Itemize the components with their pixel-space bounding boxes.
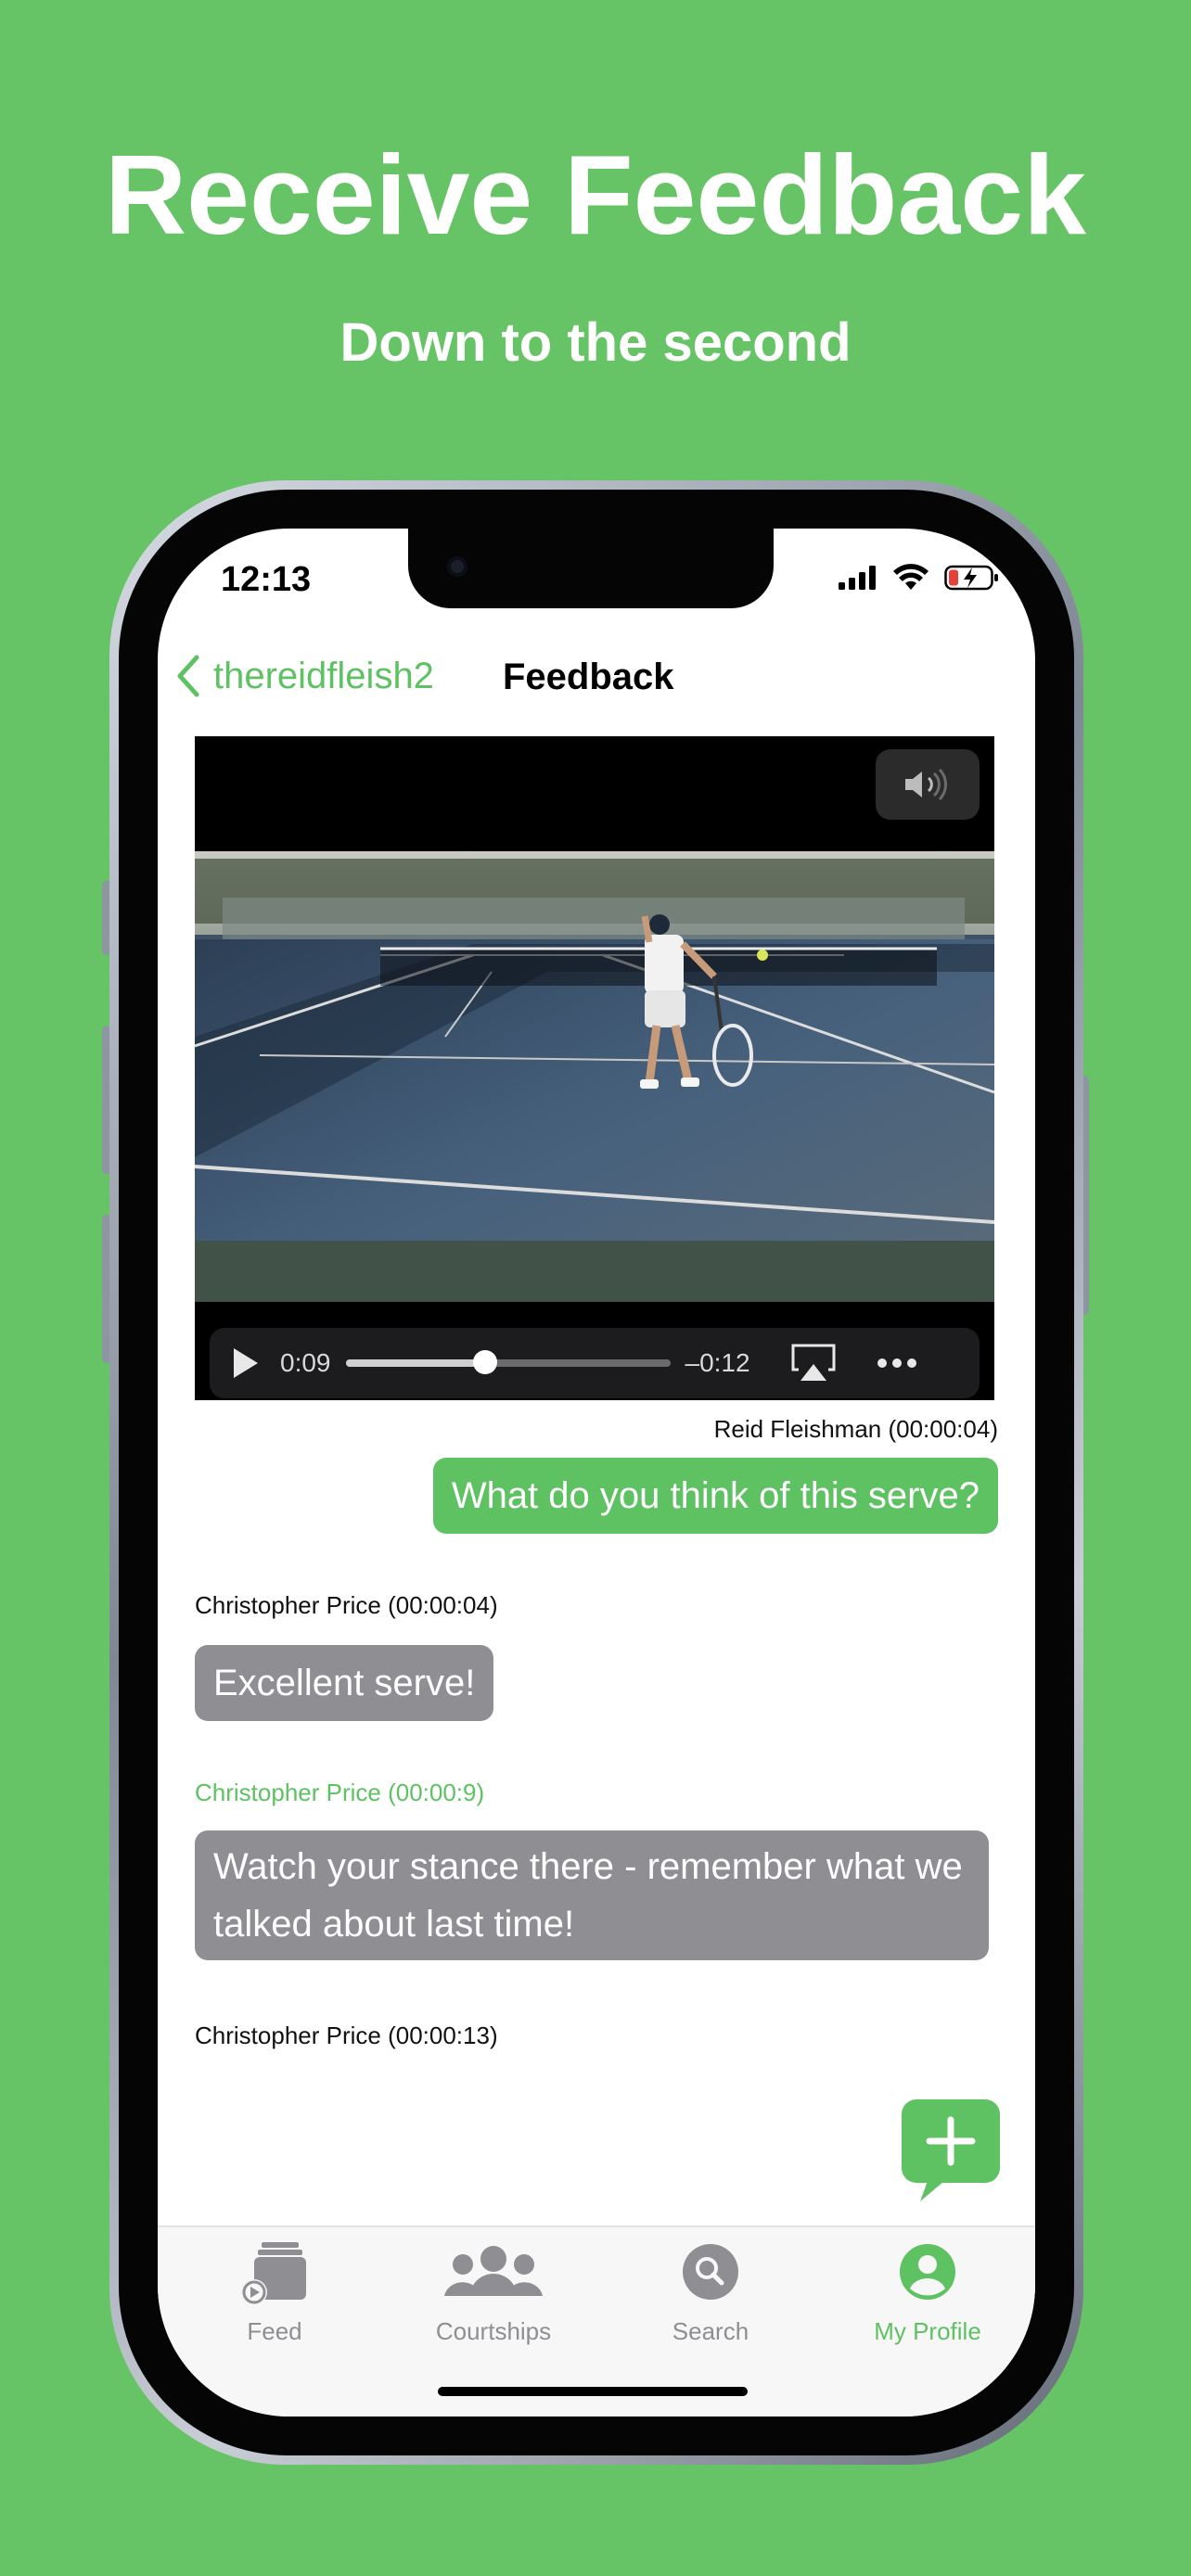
video-player[interactable]: 0:09 –0:12 bbox=[195, 736, 994, 1400]
more-icon[interactable] bbox=[877, 1358, 917, 1369]
wifi-icon bbox=[893, 564, 928, 590]
profile-icon bbox=[900, 2244, 955, 2300]
scrubber-fill bbox=[345, 1359, 485, 1367]
comment-author-time: Reid Fleishman (00:00:04) bbox=[713, 1415, 998, 1443]
comment-author-time: Christopher Price (00:00:13) bbox=[195, 2021, 498, 2049]
group-icon bbox=[444, 2246, 543, 2296]
plus-icon bbox=[920, 2116, 976, 2201]
back-label: thereidfleish2 bbox=[213, 655, 434, 696]
video-scrubber[interactable] bbox=[345, 1350, 671, 1374]
navigation-bar: thereidfleish2 Feedback bbox=[158, 649, 1035, 714]
feed-icon bbox=[241, 2242, 306, 2305]
battery-charging-icon bbox=[944, 565, 998, 591]
speaker-icon bbox=[905, 769, 947, 800]
comment-author-time: Christopher Price (00:00:04) bbox=[195, 1591, 498, 1619]
add-comment-button[interactable] bbox=[902, 2099, 1000, 2201]
remaining-time: –0:12 bbox=[685, 1348, 750, 1377]
elapsed-time: 0:09 bbox=[280, 1348, 331, 1377]
scrubber-handle[interactable] bbox=[473, 1350, 497, 1374]
page-title: Feedback bbox=[503, 657, 674, 697]
tab-courtships[interactable]: Courtships bbox=[401, 2242, 586, 2346]
back-button[interactable]: thereidfleish2 bbox=[176, 655, 434, 697]
tab-bar: Feed Courtships Search My Profile bbox=[158, 2225, 1035, 2417]
tab-label: Courtships bbox=[435, 2317, 552, 2345]
status-icons bbox=[839, 564, 1000, 592]
promo-headline: Receive Feedback bbox=[105, 132, 1086, 258]
notch bbox=[408, 529, 774, 608]
phone-frame: 12:13 thereidfleish2 Feedback 0:09 –0:12… bbox=[109, 480, 1083, 2465]
tab-my-profile[interactable]: My Profile bbox=[835, 2242, 1020, 2346]
video-controls: 0:09 –0:12 bbox=[210, 1328, 980, 1398]
tab-label: Search bbox=[672, 2317, 749, 2345]
tab-search[interactable]: Search bbox=[618, 2242, 803, 2346]
home-indicator[interactable] bbox=[438, 2387, 748, 2396]
airplay-icon[interactable] bbox=[791, 1344, 836, 1383]
tab-label: Feed bbox=[247, 2317, 302, 2345]
comment-bubble[interactable]: Excellent serve! bbox=[195, 1645, 494, 1721]
play-icon[interactable] bbox=[226, 1345, 263, 1382]
front-camera bbox=[447, 556, 467, 577]
video-frame bbox=[195, 851, 994, 1302]
signal-icon bbox=[839, 566, 876, 590]
promo-subline: Down to the second bbox=[339, 312, 852, 373]
tab-feed[interactable]: Feed bbox=[182, 2242, 367, 2346]
comment-bubble[interactable]: What do you think of this serve? bbox=[432, 1458, 998, 1534]
comment-author-time: Christopher Price (00:00:9) bbox=[195, 1779, 485, 1806]
tab-label: My Profile bbox=[874, 2317, 981, 2345]
mute-button[interactable] bbox=[876, 749, 980, 820]
status-time: 12:13 bbox=[221, 560, 312, 599]
chevron-left-icon bbox=[177, 655, 199, 697]
phone-screen: 12:13 thereidfleish2 Feedback 0:09 –0:12… bbox=[158, 529, 1035, 2417]
search-icon bbox=[683, 2244, 738, 2300]
comment-bubble[interactable]: Watch your stance there - remember what … bbox=[195, 1830, 989, 1960]
